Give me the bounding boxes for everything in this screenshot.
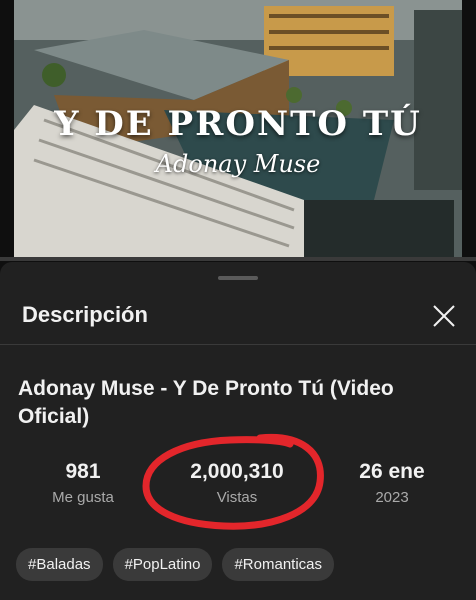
likes-stat: 981 Me gusta <box>42 459 124 506</box>
description-sheet: Descripción Adonay Muse - Y De Pronto Tú… <box>0 262 476 600</box>
publish-day: 26 ene <box>359 460 425 483</box>
video-overlay-artist: Adonay Muse <box>155 150 321 178</box>
likes-label: Me gusta <box>52 489 114 506</box>
hashtag-chip[interactable]: #Romanticas <box>222 548 335 581</box>
close-icon <box>433 305 455 327</box>
sheet-header: Descripción <box>22 302 148 327</box>
red-circle-annotation <box>142 433 324 530</box>
hashtag-chip[interactable]: #PopLatino <box>112 548 213 581</box>
date-stat: 26 ene 2023 <box>342 459 442 506</box>
close-button[interactable] <box>430 302 458 330</box>
video-progress-bar[interactable] <box>0 257 476 261</box>
video-player[interactable]: Y DE PRONTO TÚ Adonay Muse <box>14 0 462 257</box>
hashtag-list: #Baladas #PopLatino #Romanticas <box>16 548 335 581</box>
hashtag-chip[interactable]: #Baladas <box>16 548 103 581</box>
video-title: Adonay Muse - Y De Pronto Tú (Video Ofic… <box>18 377 394 428</box>
likes-count: 981 <box>65 460 101 483</box>
publish-year: 2023 <box>375 489 409 506</box>
drag-handle[interactable] <box>218 276 258 280</box>
divider <box>0 344 476 345</box>
video-overlay-title: Y DE PRONTO TÚ <box>54 104 422 144</box>
